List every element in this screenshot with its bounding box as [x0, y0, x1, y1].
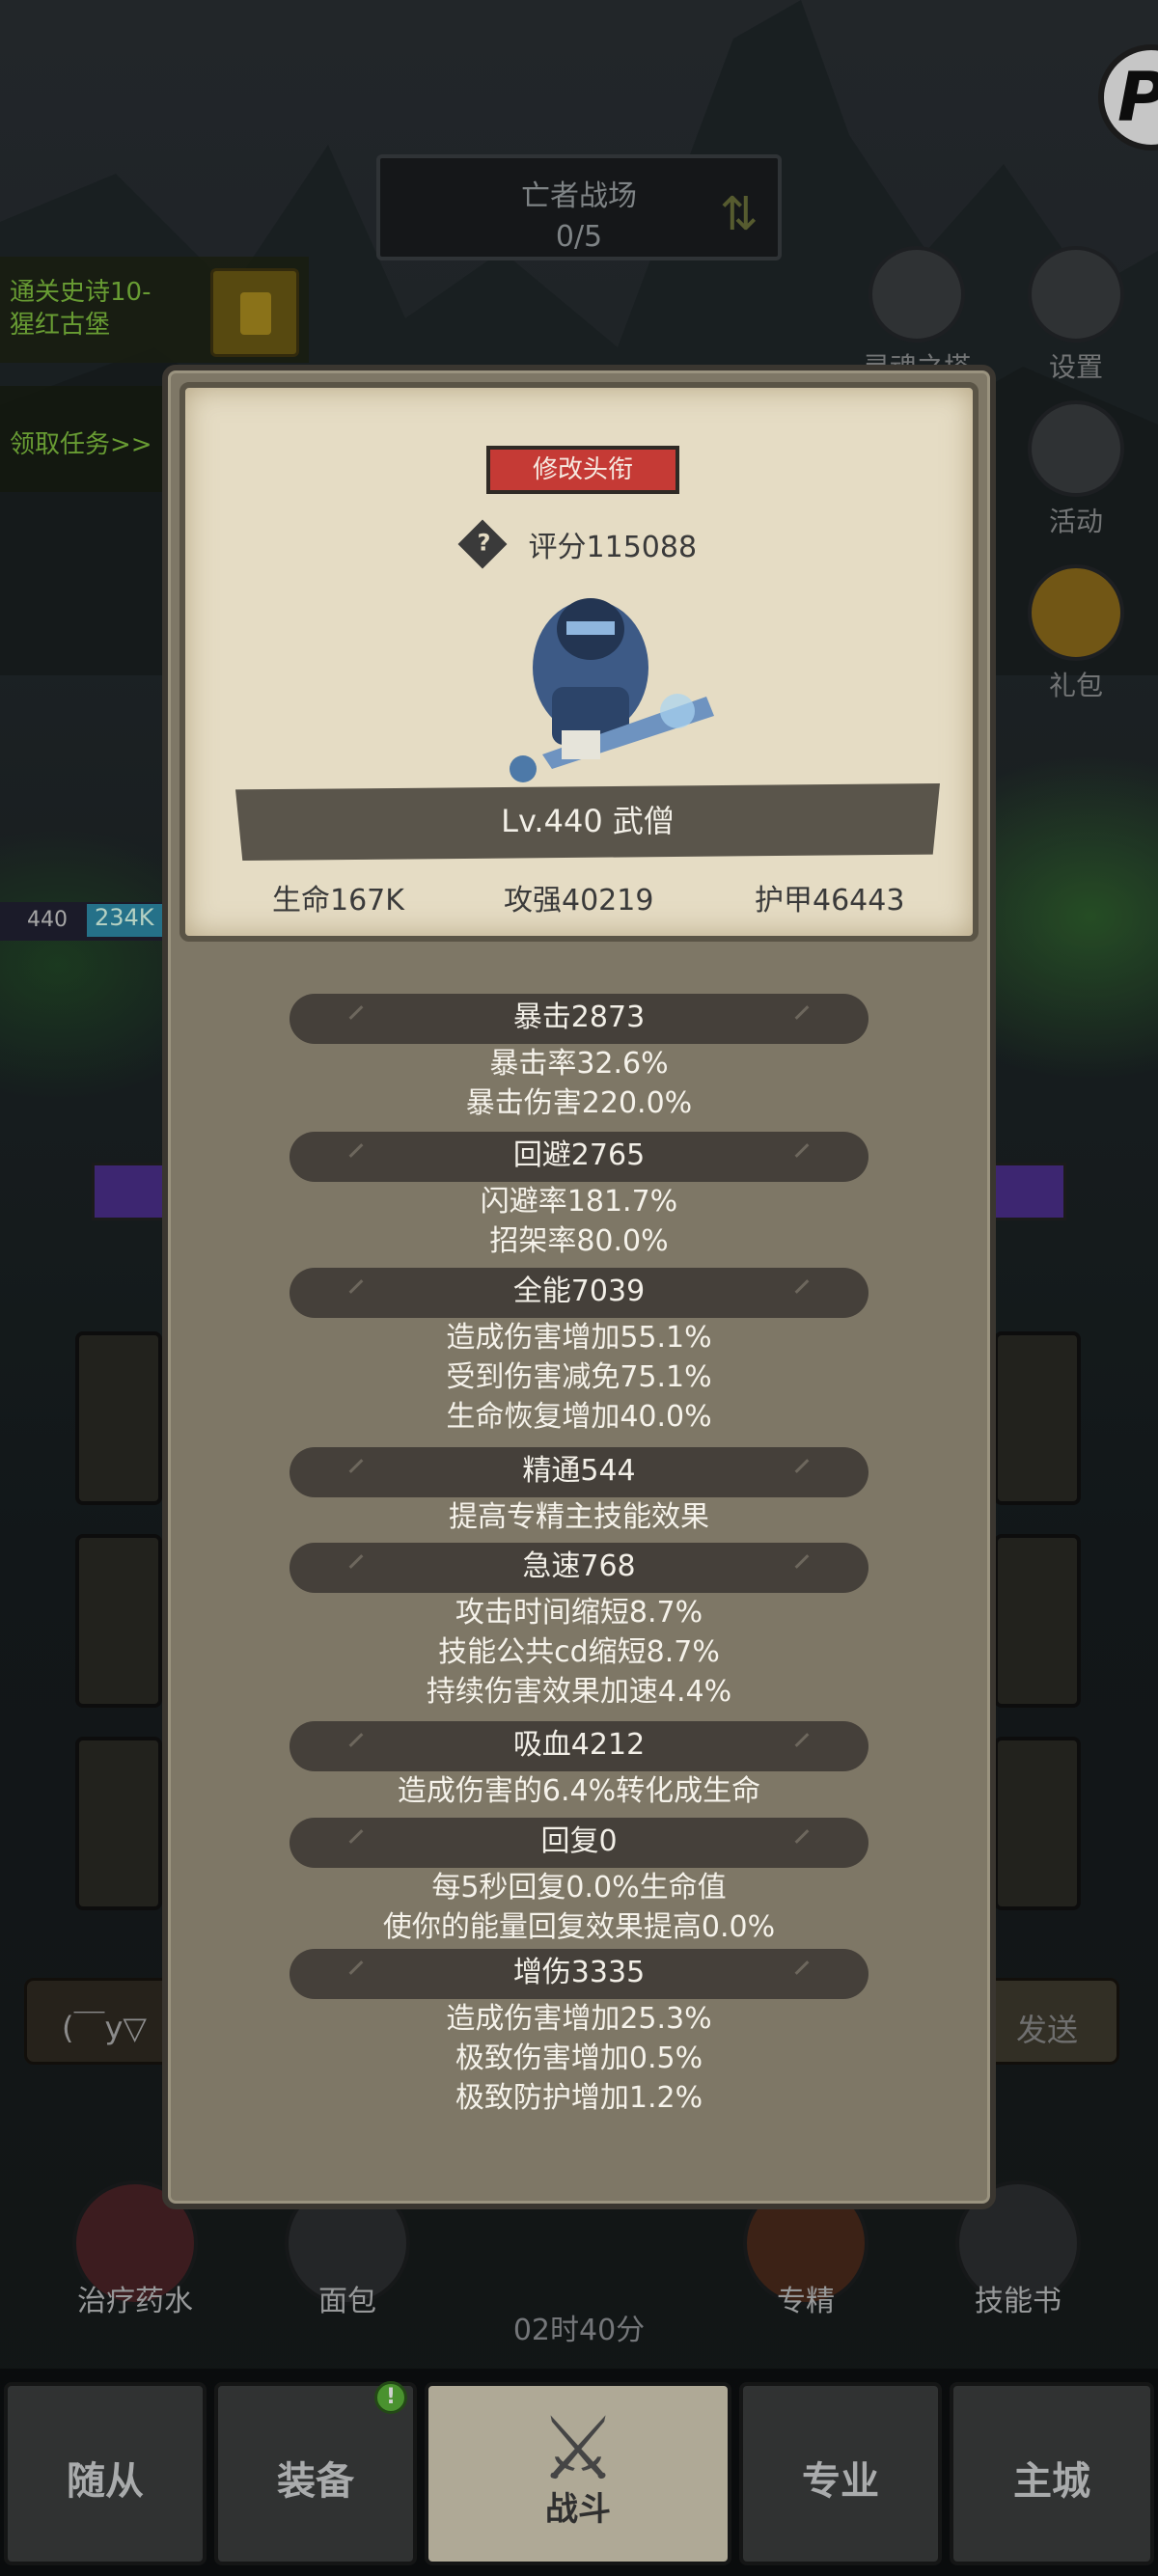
help-icon[interactable]: ?: [457, 519, 508, 569]
attr-detail: 持续伤害效果加速4.4%: [426, 1675, 732, 1709]
attr-detail: 造成伤害的6.4%转化成生命: [397, 1774, 761, 1808]
stat-armor: 护甲46443: [755, 884, 905, 918]
attr-detail: 暴击率32.6%: [489, 1047, 669, 1081]
score-value: 评分115088: [528, 531, 698, 564]
character-card: 修改头衔 ? 评分115088 Lv.440 武僧 生命167K 攻强40219…: [179, 382, 979, 942]
attr-detail: 每5秒回复0.0%生命值: [431, 1871, 727, 1905]
attr-header: 增伤3335: [290, 1949, 868, 1999]
attr-detail: 技能公共cd缩短8.7%: [438, 1635, 720, 1669]
character-stats-panel: 修改头衔 ? 评分115088 Lv.440 武僧 生命167K 攻强40219…: [162, 365, 996, 2209]
attr-mastery: 精通544 提高专精主技能效果: [168, 1447, 990, 1537]
edit-title-button[interactable]: 修改头衔: [486, 446, 679, 494]
attr-dodge: 回避2765 闪避率181.7% 招架率80.0%: [168, 1132, 990, 1261]
attr-header: 急速768: [290, 1543, 868, 1593]
attr-detail: 攻击时间缩短8.7%: [455, 1596, 703, 1630]
stat-hp: 生命167K: [272, 884, 404, 918]
attr-versatility: 全能7039 造成伤害增加55.1% 受到伤害减免75.1% 生命恢复增加40.…: [168, 1268, 990, 1437]
attr-header: 回复0: [290, 1818, 868, 1868]
stat-attack: 攻强40219: [504, 884, 654, 918]
attr-lifesteal: 吸血4212 造成伤害的6.4%转化成生命: [168, 1721, 990, 1811]
attr-detail: 提高专精主技能效果: [449, 1500, 709, 1534]
score-row: ? 评分115088: [457, 519, 698, 571]
attr-regen: 回复0 每5秒回复0.0%生命值 使你的能量回复效果提高0.0%: [168, 1818, 990, 1947]
attr-detail: 使你的能量回复效果提高0.0%: [382, 1910, 776, 1944]
attr-detail: 生命恢复增加40.0%: [446, 1400, 712, 1434]
attr-detail: 受到伤害减免75.1%: [446, 1360, 712, 1394]
attr-haste: 急速768 攻击时间缩短8.7% 技能公共cd缩短8.7% 持续伤害效果加速4.…: [168, 1543, 990, 1712]
attr-detail: 招架率80.0%: [489, 1224, 669, 1258]
attr-header: 全能7039: [290, 1268, 868, 1318]
attr-header: 吸血4212: [290, 1721, 868, 1771]
attr-detail: 极致防护增加1.2%: [455, 2081, 703, 2115]
attr-detail: 暴击伤害220.0%: [465, 1086, 693, 1120]
character-name-banner: Lv.440 武僧: [235, 783, 940, 861]
attr-header: 精通544: [290, 1447, 868, 1497]
attr-damage-boost: 增伤3335 造成伤害增加25.3% 极致伤害增加0.5% 极致防护增加1.2%: [168, 1949, 990, 2118]
attr-detail: 极致伤害增加0.5%: [455, 2042, 703, 2075]
attr-header: 回避2765: [290, 1132, 868, 1182]
attr-detail: 造成伤害增加25.3%: [446, 2002, 712, 2036]
attr-header: 暴击2873: [290, 994, 868, 1044]
character-avatar: [510, 598, 714, 782]
attr-detail: 闪避率181.7%: [480, 1185, 678, 1219]
attr-crit: 暴击2873 暴击率32.6% 暴击伤害220.0%: [168, 994, 990, 1123]
attr-detail: 造成伤害增加55.1%: [446, 1321, 712, 1355]
